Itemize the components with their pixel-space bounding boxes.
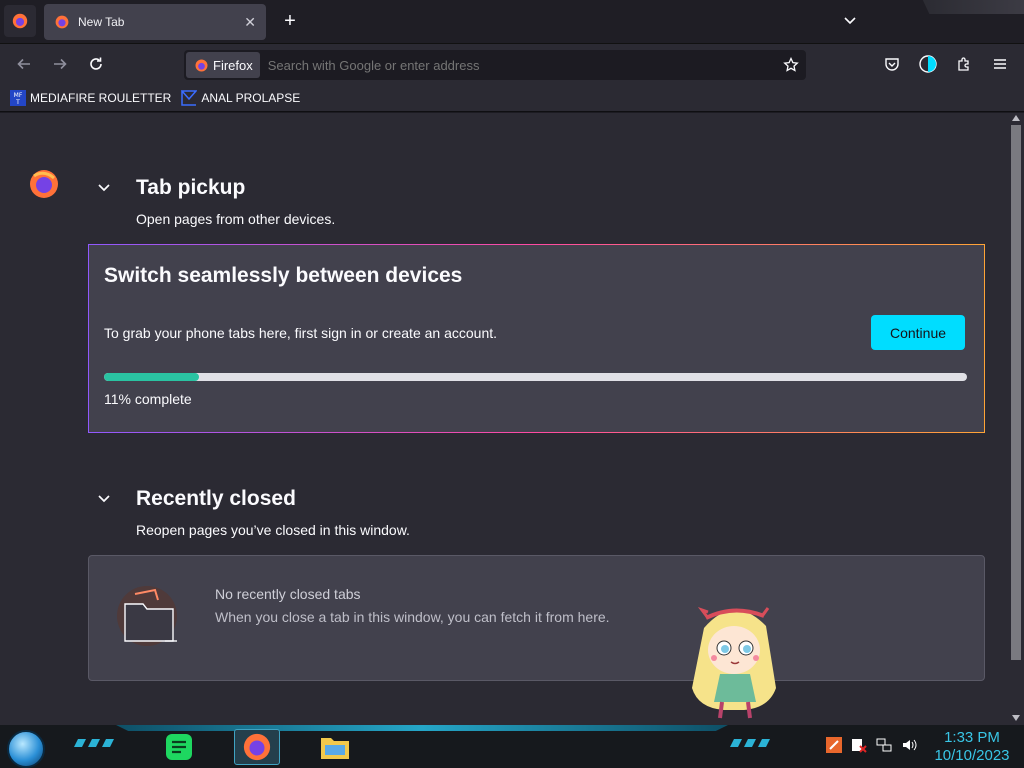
scroll-down-icon [1012, 715, 1020, 721]
bookmark-site-icon [181, 89, 198, 106]
reload-icon [90, 57, 102, 70]
section-title: Tab pickup [136, 176, 246, 199]
identity-box[interactable]: Firefox [186, 52, 260, 78]
navigation-toolbar: Firefox [0, 44, 1024, 84]
search-input[interactable] [267, 57, 776, 73]
taskbar-firefox[interactable] [234, 729, 280, 765]
taskbar-file-explorer[interactable] [312, 729, 358, 765]
progress-label: 11% complete [104, 391, 192, 407]
taskbar-clock[interactable]: 1:33 PM 10/10/2023 [930, 729, 1014, 765]
empty-state-description: When you close a tab in this window, you… [215, 609, 610, 625]
pocket-icon [885, 58, 899, 71]
svg-text:MF: MF [14, 92, 23, 99]
arrow-right-icon [54, 58, 67, 70]
clock-date: 10/10/2023 [934, 747, 1010, 764]
firefox-logo-icon [195, 59, 208, 71]
clock-time: 1:33 PM [944, 729, 1000, 746]
taskbar-notes-app[interactable] [156, 729, 202, 765]
list-all-tabs-button[interactable] [842, 12, 866, 32]
notes-app-icon [166, 734, 192, 760]
scrollbar-thumb[interactable] [1011, 125, 1021, 660]
account-button[interactable] [916, 52, 940, 76]
section-subtitle: Reopen pages you’ve closed in this windo… [136, 522, 410, 538]
arrow-left-icon [17, 58, 30, 70]
continue-button[interactable]: Continue [871, 315, 965, 350]
tab-new-tab[interactable]: New Tab ✕ [44, 4, 266, 40]
recently-closed-card: No recently closed tabs When you close a… [88, 555, 985, 681]
back-button[interactable] [12, 52, 36, 76]
firefox-logo-icon [12, 13, 28, 29]
taskbar-decoration [74, 739, 114, 747]
page-scrollbar[interactable] [1008, 113, 1024, 725]
taskbar-decoration [730, 739, 770, 747]
account-icon [919, 55, 937, 73]
empty-state-title: No recently closed tabs [215, 586, 361, 602]
bookmark-mediafire[interactable]: MF T MEDIAFIRE ROULETTER [10, 89, 172, 106]
volume-icon[interactable] [901, 737, 917, 753]
reload-button[interactable] [84, 52, 108, 76]
svg-text:T: T [15, 99, 20, 106]
new-tab-button[interactable]: + [278, 10, 302, 34]
hamburger-icon [994, 59, 1006, 69]
desktop-mascot-character [692, 607, 776, 719]
firefox-view-page: Tab pickup Open pages from other devices… [0, 113, 1008, 725]
url-bar[interactable]: Firefox [184, 50, 806, 80]
chevron-down-icon [844, 17, 856, 25]
network-icon[interactable] [876, 737, 892, 753]
network-warning-icon[interactable] [851, 737, 867, 753]
bookmark-label: ANAL PROLAPSE [201, 90, 301, 105]
card-title: Switch seamlessly between devices [104, 264, 463, 287]
firefox-logo-icon [243, 733, 271, 761]
firefox-tab-icon [55, 15, 69, 29]
card-description: To grab your phone tabs here, first sign… [104, 325, 498, 341]
identity-label: Firefox [213, 57, 253, 73]
firefox-logo-icon [30, 170, 58, 198]
forward-button[interactable] [48, 52, 72, 76]
section-subtitle: Open pages from other devices. [136, 211, 336, 227]
os-taskbar: 1:33 PM 10/10/2023 [0, 725, 1024, 768]
pocket-button[interactable] [880, 52, 904, 76]
recently-closed-toggle[interactable] [96, 490, 112, 506]
bookmark-second[interactable]: ANAL PROLAPSE [181, 89, 301, 106]
menu-button[interactable] [988, 52, 1012, 76]
chevron-down-icon [98, 495, 110, 503]
empty-folder-icon [117, 586, 177, 646]
firefox-view-button[interactable] [4, 5, 36, 37]
system-tray [826, 737, 917, 753]
tab-title: New Tab [78, 15, 125, 29]
bookmarks-toolbar: MF T MEDIAFIRE ROULETTER ANAL PROLAPSE [0, 84, 1024, 112]
folder-icon [321, 738, 349, 759]
close-icon[interactable]: ✕ [244, 14, 256, 31]
mediafire-icon: MFT [10, 89, 26, 106]
extensions-button[interactable] [952, 52, 976, 76]
tab-strip: New Tab ✕ + [0, 0, 1024, 44]
window-decoration [922, 0, 1024, 14]
puzzle-icon [958, 57, 969, 71]
section-title: Recently closed [136, 487, 296, 510]
setup-progress-bar [104, 373, 967, 381]
start-button[interactable] [7, 730, 45, 768]
tab-pickup-toggle[interactable] [96, 179, 112, 195]
chevron-down-icon [98, 184, 110, 192]
progress-fill [104, 373, 199, 381]
bookmark-star-button[interactable] [776, 52, 806, 78]
taskbar-accent-strip [116, 725, 728, 731]
sync-setup-card: Switch seamlessly between devices To gra… [88, 244, 985, 433]
scroll-up-icon [1012, 115, 1020, 121]
bookmark-label: MEDIAFIRE ROULETTER [30, 90, 172, 105]
app-tray-icon[interactable] [826, 737, 842, 753]
star-icon [783, 57, 799, 72]
